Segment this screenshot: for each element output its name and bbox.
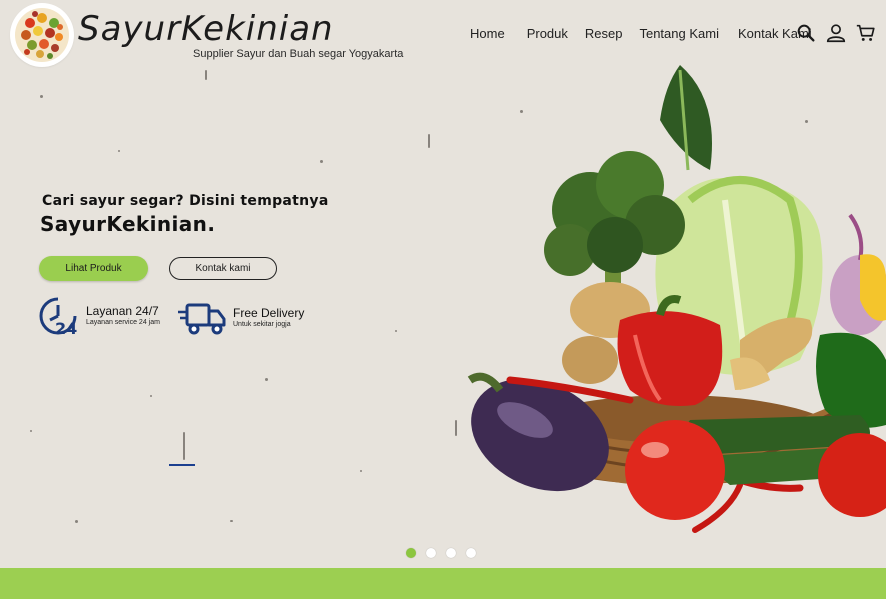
texture-speck (118, 150, 120, 152)
carousel-dot-4[interactable] (466, 548, 476, 558)
texture-speck (40, 95, 43, 98)
texture-speck (75, 520, 78, 523)
nav-home[interactable]: Home (470, 26, 505, 41)
svg-text:24: 24 (55, 319, 77, 336)
feature-title: Free Delivery (233, 305, 305, 320)
feature-delivery-text: Free Delivery Untuk sekitar jogja (233, 305, 305, 329)
texture-speck (320, 160, 323, 163)
texture-speck (230, 520, 233, 522)
texture-speck (395, 330, 397, 332)
feature-subtitle: Layanan service 24 jam (86, 319, 160, 327)
brand-tagline: Supplier Sayur dan Buah segar Yogyakarta (193, 48, 404, 60)
texture-speck (183, 432, 185, 460)
brand-logo[interactable] (12, 5, 72, 65)
carousel-dots (406, 548, 476, 558)
nav-resep[interactable]: Resep (585, 26, 623, 41)
carousel-dot-3[interactable] (446, 548, 456, 558)
feature-title: Layanan 24/7 (86, 303, 159, 318)
footer-band (0, 568, 886, 599)
texture-speck (205, 70, 207, 80)
carousel-dot-1[interactable] (406, 548, 416, 558)
kontak-kami-button[interactable]: Kontak kami (169, 257, 277, 280)
carousel-dot-2[interactable] (426, 548, 436, 558)
texture-speck (360, 470, 362, 472)
page: SayurKekinian Supplier Sayur dan Buah se… (0, 0, 886, 599)
feature-subtitle: Untuk sekitar jogja (233, 321, 291, 329)
hero-subtitle: Cari sayur segar? Disini tempatnya (42, 193, 329, 209)
texture-speck (428, 134, 430, 148)
feature-free-delivery: Free Delivery Untuk sekitar jogja (177, 300, 304, 336)
nav-icon-group (795, 22, 877, 44)
nav-tentang-kami[interactable]: Tentang Kami (639, 26, 719, 41)
nav-produk[interactable]: Produk (527, 26, 568, 41)
main-nav: Home Produk Resep Tentang Kami Kontak Ka… (470, 26, 812, 41)
feature-24-7: 24 Layanan 24/7 Layanan service 24 jam (38, 296, 160, 336)
hero-title: SayurKekinian. (40, 212, 216, 236)
feature-24-7-text: Layanan 24/7 Layanan service 24 jam (86, 303, 160, 327)
texture-speck (150, 395, 152, 397)
decorative-dash (169, 464, 195, 466)
lihat-produk-button[interactable]: Lihat Produk (39, 256, 148, 281)
delivery-truck-icon (178, 303, 226, 335)
clock-24-icon: 24 (39, 297, 77, 336)
vegetable-mosaic-logo-icon (15, 8, 69, 62)
search-icon[interactable] (795, 22, 817, 44)
texture-speck (30, 430, 32, 432)
vegetable-basket-image (467, 65, 886, 533)
texture-speck (265, 378, 268, 381)
brand-name[interactable]: SayurKekinian (78, 12, 334, 46)
cart-icon[interactable] (855, 22, 877, 44)
user-icon[interactable] (825, 22, 847, 44)
